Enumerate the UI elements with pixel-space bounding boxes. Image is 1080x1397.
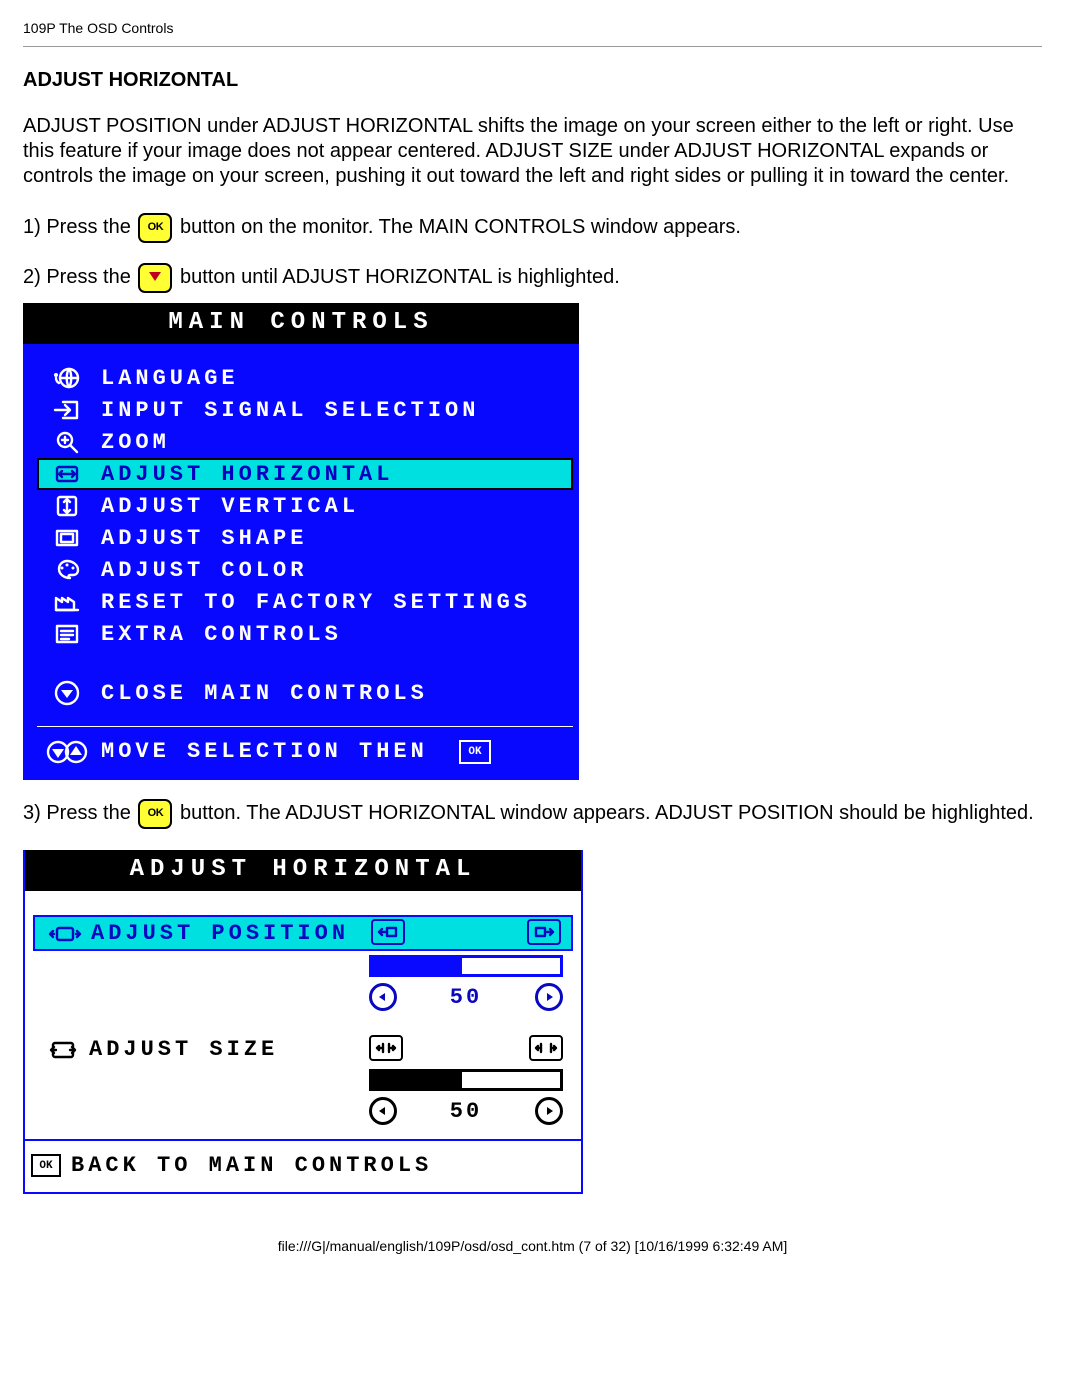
- adjust-position-slider[interactable]: 50: [369, 955, 569, 1011]
- step-3-text-a: 3) Press the: [23, 802, 131, 824]
- adjust-size-slider-row: 50: [33, 1069, 573, 1125]
- shift-left-icon: [371, 919, 405, 945]
- menu-label: ADJUST VERTICAL: [95, 494, 571, 519]
- step-1-text-b: button on the monitor. The MAIN CONTROLS…: [180, 216, 741, 238]
- section-heading: ADJUST HORIZONTAL: [23, 69, 1042, 92]
- adjust-size-value: 50: [450, 1099, 482, 1124]
- menu-label: ZOOM: [95, 430, 571, 455]
- expand-icon: [529, 1035, 563, 1061]
- osd-main-controls: MAIN CONTROLS LANGUAGE INPUT SIGNAL SELE…: [23, 303, 579, 780]
- header-divider: [23, 46, 1042, 47]
- step-1-text-a: 1) Press the: [23, 216, 131, 238]
- page-header: 109P The OSD Controls: [23, 20, 1042, 36]
- up-down-nav-icon: [39, 741, 95, 763]
- page-footer: file:///G|/manual/english/109P/osd/osd_c…: [23, 1238, 1042, 1254]
- input-icon: [39, 398, 95, 422]
- decrease-icon[interactable]: [369, 1097, 397, 1125]
- adjust-vertical-icon: [39, 494, 95, 518]
- shape-icon: [39, 526, 95, 550]
- adjust-horizontal-icon: [39, 462, 95, 486]
- menu-label: RESET TO FACTORY SETTINGS: [95, 590, 571, 615]
- osd-adjust-horizontal: ADJUST HORIZONTAL ADJUST POSITION: [23, 850, 583, 1194]
- step-2-text-b: button until ADJUST HORIZONTAL is highli…: [180, 266, 620, 288]
- adjust-position-label: ADJUST POSITION: [91, 919, 371, 946]
- adjust-position-row[interactable]: ADJUST POSITION: [33, 915, 573, 951]
- close-down-icon: [39, 680, 95, 706]
- osd-sub-body: ADJUST POSITION 50: [25, 891, 581, 1139]
- menu-label: LANGUAGE: [95, 366, 571, 391]
- adjust-position-value: 50: [450, 985, 482, 1010]
- increase-icon[interactable]: [535, 983, 563, 1011]
- menu-label: ADJUST COLOR: [95, 558, 571, 583]
- menu-label: ADJUST SHAPE: [95, 526, 571, 551]
- menu-item-zoom[interactable]: ZOOM: [37, 426, 573, 458]
- list-icon: [39, 622, 95, 646]
- footer-text: MOVE SELECTION THEN: [95, 739, 447, 764]
- down-arrow-button-icon: [138, 263, 172, 293]
- footer-ok-icon: OK: [31, 1154, 61, 1177]
- shift-right-icon: [527, 919, 561, 945]
- menu-item-reset[interactable]: RESET TO FACTORY SETTINGS: [37, 586, 573, 618]
- adjust-size-row[interactable]: ADJUST SIZE: [33, 1033, 573, 1065]
- step-2-text-a: 2) Press the: [23, 266, 131, 288]
- osd-main-body: LANGUAGE INPUT SIGNAL SELECTION ZOOM ADJ…: [23, 344, 579, 780]
- menu-item-adjust-vertical[interactable]: ADJUST VERTICAL: [37, 490, 573, 522]
- menu-label: ADJUST HORIZONTAL: [95, 462, 571, 487]
- menu-item-extra-controls[interactable]: EXTRA CONTROLS: [37, 618, 573, 650]
- menu-item-adjust-horizontal[interactable]: ADJUST HORIZONTAL: [37, 458, 573, 490]
- zoom-icon: [39, 430, 95, 454]
- palette-icon: [39, 558, 95, 582]
- step-3-text-b: button. The ADJUST HORIZONTAL window app…: [180, 802, 1034, 824]
- globe-icon: [39, 366, 95, 390]
- menu-item-close[interactable]: CLOSE MAIN CONTROLS: [37, 676, 573, 710]
- adjust-size-slider[interactable]: 50: [369, 1069, 569, 1125]
- step-1: 1) Press the OK button on the monitor. T…: [23, 211, 1042, 243]
- ok-button-icon: OK: [138, 213, 172, 243]
- step-2: 2) Press the button until ADJUST HORIZON…: [23, 261, 1042, 293]
- decrease-icon[interactable]: [369, 983, 397, 1011]
- increase-icon[interactable]: [535, 1097, 563, 1125]
- footer-ok-icon: OK: [459, 740, 491, 764]
- shrink-icon: [369, 1035, 403, 1061]
- intro-paragraph: ADJUST POSITION under ADJUST HORIZONTAL …: [23, 114, 1042, 189]
- menu-item-adjust-color[interactable]: ADJUST COLOR: [37, 554, 573, 586]
- osd-sub-footer[interactable]: OK BACK TO MAIN CONTROLS: [25, 1139, 581, 1192]
- close-label: CLOSE MAIN CONTROLS: [95, 681, 573, 706]
- factory-icon: [39, 590, 95, 614]
- menu-item-input-signal[interactable]: INPUT SIGNAL SELECTION: [37, 394, 573, 426]
- osd-sub-title: ADJUST HORIZONTAL: [25, 850, 581, 891]
- menu-item-adjust-shape[interactable]: ADJUST SHAPE: [37, 522, 573, 554]
- adjust-position-icon: [39, 919, 91, 947]
- step-3: 3) Press the OK button. The ADJUST HORIZ…: [23, 794, 1042, 832]
- back-label: BACK TO MAIN CONTROLS: [71, 1153, 432, 1178]
- menu-label: EXTRA CONTROLS: [95, 622, 571, 647]
- menu-item-language[interactable]: LANGUAGE: [37, 362, 573, 394]
- adjust-size-icon: [37, 1035, 89, 1063]
- osd-main-title: MAIN CONTROLS: [23, 303, 579, 344]
- menu-label: INPUT SIGNAL SELECTION: [95, 398, 571, 423]
- adjust-position-slider-row: 50: [33, 955, 573, 1011]
- adjust-size-label: ADJUST SIZE: [89, 1035, 369, 1062]
- ok-button-icon: OK: [138, 799, 172, 829]
- osd-main-footer: MOVE SELECTION THEN OK: [37, 726, 573, 780]
